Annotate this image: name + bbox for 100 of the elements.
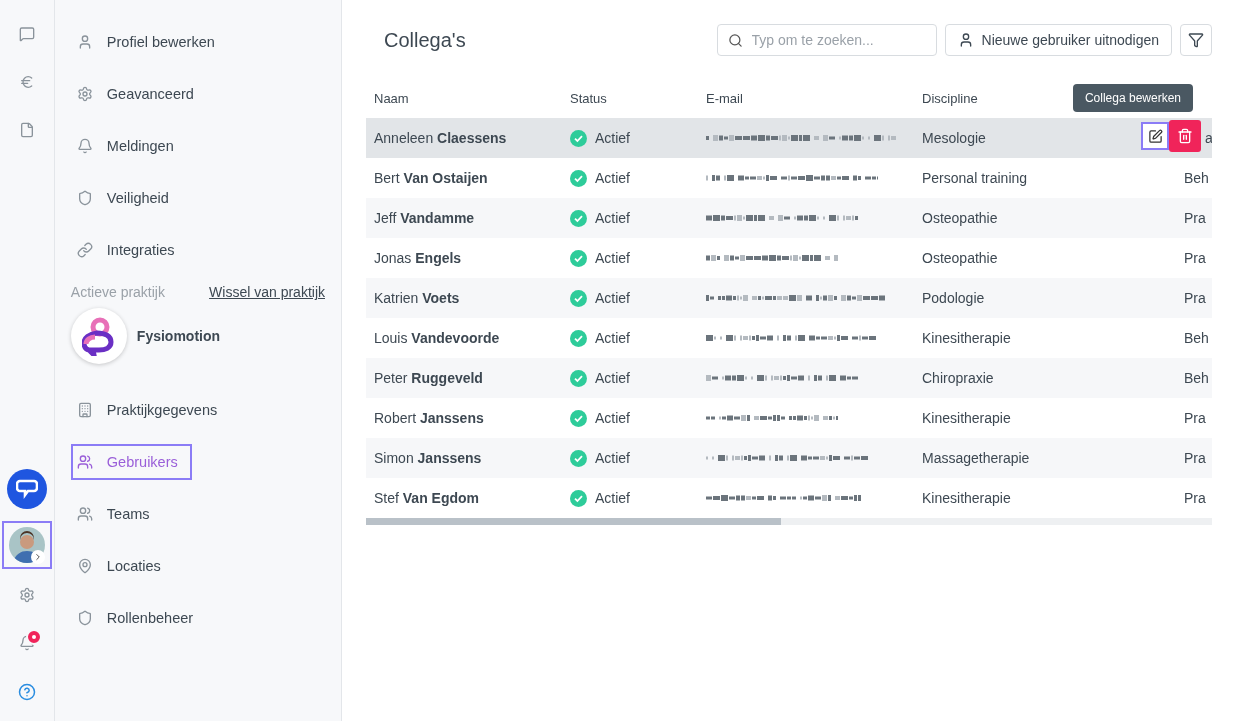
speech-bubble-logo[interactable] <box>6 469 47 509</box>
menu-item-icon <box>76 138 93 154</box>
table-cell: Kinesitherapie <box>922 490 1011 506</box>
status-text: Actief <box>595 410 630 426</box>
status-text: Actief <box>595 210 630 226</box>
page-title: Collega's <box>384 28 467 52</box>
status-text: Actief <box>595 490 630 506</box>
table-row[interactable]: Peter Ruggeveld Actief Chiropraxie Beh <box>366 358 1212 398</box>
practice-logo <box>70 308 127 364</box>
table-cell: Katrien Voets <box>374 290 460 306</box>
table-cell: Beh <box>1184 370 1209 386</box>
table-cell: Pra <box>1184 490 1206 506</box>
search-icon <box>727 33 743 48</box>
status-text: Actief <box>595 290 630 306</box>
menu-item[interactable]: Geavanceerd <box>70 76 208 112</box>
edit-button[interactable] <box>1141 122 1169 150</box>
status-text: Actief <box>595 370 630 386</box>
table-cell: Simon Janssens <box>374 450 482 466</box>
table-cell: Osteopathie <box>922 210 998 226</box>
status-text: Actief <box>595 130 630 146</box>
check-circle-icon <box>570 249 587 267</box>
check-circle-icon <box>570 289 587 307</box>
table-cell: Kinesitherapie <box>922 410 1011 426</box>
menu-item[interactable]: Integraties <box>70 232 189 268</box>
table-cell: Jonas Engels <box>374 250 462 266</box>
table-row[interactable]: Jeff Vandamme Actief Osteopathie Pra <box>366 198 1212 238</box>
trash-icon <box>1177 128 1193 144</box>
menu-item[interactable]: Teams <box>70 496 164 532</box>
menu-item[interactable]: Praktijkgegevens <box>70 392 232 428</box>
status-text: Actief <box>595 250 630 266</box>
status-text: Actief <box>595 450 630 466</box>
column-header: Status <box>570 90 607 106</box>
delete-button[interactable] <box>1169 120 1201 152</box>
check-circle-icon <box>570 449 587 467</box>
bell-icon[interactable] <box>18 629 42 653</box>
column-header: Discipline <box>922 90 978 106</box>
section-label: Actieve praktijk <box>70 284 165 300</box>
table-cell: Massagetherapie <box>922 450 1030 466</box>
menu-item[interactable]: Locaties <box>70 548 175 584</box>
status-text: Actief <box>595 170 630 186</box>
file-icon[interactable] <box>18 122 35 140</box>
menu-item-icon <box>76 454 93 470</box>
table-cell: Anneleen Claessens <box>374 130 507 146</box>
menu-item-icon <box>76 610 93 626</box>
check-circle-icon <box>570 369 587 387</box>
table-cell: Robert Janssens <box>374 410 484 426</box>
table-cell: Pra <box>1184 450 1206 466</box>
column-header: E-mail <box>706 90 743 106</box>
chat-icon[interactable] <box>18 26 35 44</box>
check-circle-icon <box>570 209 587 227</box>
table-cell: Beh <box>1184 170 1209 186</box>
table-cell: Osteopathie <box>922 250 998 266</box>
table-row[interactable]: Katrien Voets Actief Podologie Pra <box>366 278 1212 318</box>
menu-item-icon <box>76 506 93 522</box>
menu-item[interactable]: Profiel bewerken <box>70 24 229 60</box>
user-avatar[interactable] <box>1 521 52 569</box>
edit-icon <box>1147 128 1163 144</box>
table-cell: Pra <box>1184 290 1206 306</box>
scrollbar[interactable] <box>366 518 1212 525</box>
filter-icon <box>1188 32 1204 48</box>
settings-icon[interactable] <box>18 587 35 605</box>
table-cell: Bert Van Ostaijen <box>374 170 488 186</box>
table-cell: Personal training <box>922 170 1028 186</box>
table-cell: Podologie <box>922 290 985 306</box>
menu-item[interactable]: Rollenbeheer <box>70 600 208 636</box>
table-cell: Pra <box>1184 410 1206 426</box>
table-cell: Kinesitherapie <box>922 330 1011 346</box>
switch-practice-link[interactable]: Wissel van praktijk <box>209 284 325 300</box>
column-header: Naam <box>374 90 409 106</box>
table-cell: a <box>1205 130 1212 146</box>
search-field[interactable]: Typ om te zoeken... <box>716 24 937 56</box>
menu-item-icon <box>76 558 93 574</box>
table-cell: Beh <box>1184 330 1209 346</box>
table-cell: Pra <box>1184 250 1206 266</box>
menu-item[interactable]: Veiligheid <box>70 180 183 216</box>
practice-name: Fysiomotion <box>136 328 221 344</box>
menu-item-icon <box>76 86 93 102</box>
table-cell: Jeff Vandamme <box>374 210 475 226</box>
status-text: Actief <box>595 330 630 346</box>
filter-button[interactable] <box>1180 24 1212 56</box>
check-circle-icon <box>570 489 587 507</box>
table-row[interactable]: Simon Janssens Actief Massagetherapie Pra <box>366 438 1212 478</box>
check-circle-icon <box>570 169 587 187</box>
check-circle-icon <box>570 329 587 347</box>
table-cell: Peter Ruggeveld <box>374 370 483 386</box>
table-cell: Stef Van Egdom <box>374 490 480 506</box>
menu-item-icon <box>76 242 93 258</box>
table-cell: Pra <box>1184 210 1206 226</box>
invite-user-button[interactable]: Nieuwe gebruiker uitnodigen <box>944 24 1172 56</box>
menu-item-icon <box>76 190 93 206</box>
table-cell: Chiropraxie <box>922 370 994 386</box>
table-cell: Louis Vandevoorde <box>374 330 500 346</box>
check-circle-icon <box>570 129 587 147</box>
help-icon[interactable] <box>17 683 36 701</box>
menu-item[interactable]: Gebruikers <box>70 444 192 480</box>
tooltip: Collega bewerken <box>1072 84 1193 112</box>
menu-item[interactable]: Meldingen <box>70 128 188 164</box>
check-circle-icon <box>570 409 587 427</box>
table-cell: Mesologie <box>922 130 986 146</box>
menu-item-icon <box>76 402 93 418</box>
